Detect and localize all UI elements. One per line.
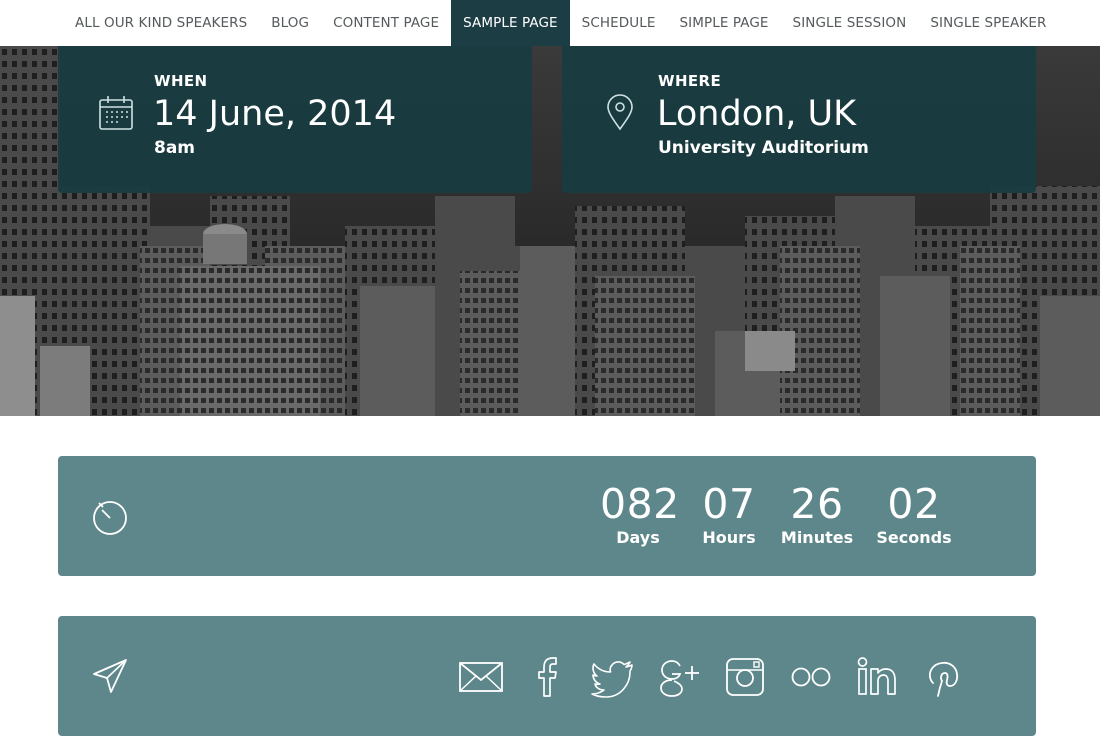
event-time: 8am: [154, 138, 196, 158]
nav-item-content-page[interactable]: CONTENT PAGE: [321, 0, 451, 46]
countdown-hours: 07 Hours: [698, 480, 760, 548]
nav-item-simple-page[interactable]: SIMPLE PAGE: [667, 0, 780, 46]
timer-icon: [93, 501, 127, 535]
where-label: WHERE: [658, 72, 722, 90]
countdown-seconds: 02 Seconds: [874, 480, 954, 548]
seconds-value: 02: [887, 480, 941, 528]
instagram-icon[interactable]: [722, 654, 768, 700]
nav-item-blog[interactable]: BLOG: [259, 0, 321, 46]
hours-value: 07: [702, 480, 756, 528]
calendar-icon: [99, 96, 133, 130]
nav-item-schedule[interactable]: SCHEDULE: [570, 0, 668, 46]
minutes-value: 26: [790, 480, 844, 528]
facebook-icon[interactable]: [524, 654, 570, 700]
google-plus-icon[interactable]: [656, 654, 702, 700]
minutes-label: Minutes: [780, 528, 854, 547]
email-icon[interactable]: [458, 654, 504, 700]
send-icon: [93, 659, 127, 693]
nav-item-single-speaker[interactable]: SINGLE SPEAKER: [918, 0, 1058, 46]
linkedin-icon[interactable]: [854, 654, 900, 700]
when-card: WHEN 14 June, 2014 8am: [58, 46, 532, 193]
hours-label: Hours: [702, 528, 756, 547]
main-nav: ALL OUR KIND SPEAKERS BLOG CONTENT PAGE …: [0, 0, 1100, 46]
days-value: 082: [600, 480, 680, 528]
map-pin-icon: [607, 94, 633, 131]
nav-item-speakers[interactable]: ALL OUR KIND SPEAKERS: [63, 0, 259, 46]
days-label: Days: [616, 528, 660, 547]
countdown-panel: 082 Days 07 Hours 26 Minutes 02 Seconds: [58, 456, 1036, 576]
pinterest-icon[interactable]: [920, 654, 966, 700]
event-date: 14 June, 2014: [153, 94, 397, 134]
nav-item-single-session[interactable]: SINGLE SESSION: [781, 0, 919, 46]
twitter-icon[interactable]: [590, 654, 636, 700]
event-venue: University Auditorium: [658, 138, 869, 158]
flickr-icon[interactable]: [788, 654, 834, 700]
when-label: WHEN: [154, 72, 208, 90]
nav-item-sample-page[interactable]: SAMPLE PAGE: [451, 0, 570, 46]
social-panel: [58, 616, 1036, 736]
where-card: WHERE London, UK University Auditorium: [562, 46, 1036, 193]
event-city: London, UK: [657, 94, 857, 134]
countdown-days: 082 Days: [600, 480, 680, 548]
seconds-label: Seconds: [876, 528, 952, 547]
countdown-minutes: 26 Minutes: [778, 480, 856, 548]
